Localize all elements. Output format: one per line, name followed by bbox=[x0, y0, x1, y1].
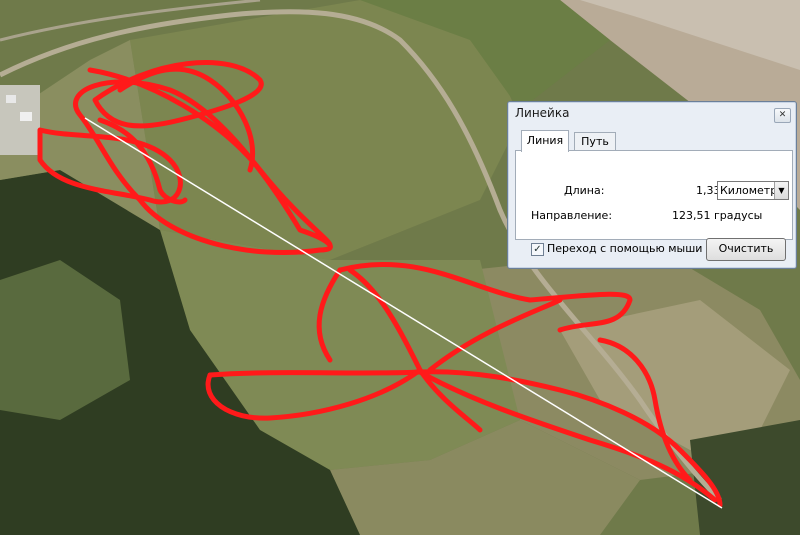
close-icon[interactable]: ✕ bbox=[774, 108, 791, 123]
dialog-title: Линейка bbox=[515, 106, 570, 120]
chevron-down-icon[interactable]: ▼ bbox=[774, 182, 788, 199]
direction-value: 123,51 градусы bbox=[672, 209, 763, 222]
tab-line[interactable]: Линия bbox=[521, 130, 569, 152]
direction-label: Направление: bbox=[531, 209, 613, 222]
clear-button[interactable]: Очистить bbox=[706, 238, 786, 261]
mouse-nav-checkbox[interactable]: ✓ bbox=[531, 243, 544, 256]
length-label: Длина: bbox=[564, 184, 605, 197]
tab-path[interactable]: Путь bbox=[574, 132, 616, 151]
unit-select[interactable]: Километр ▼ bbox=[717, 181, 789, 200]
ruler-dialog[interactable]: Линейка ✕ Линия Путь Длина: 1,33 Километ… bbox=[507, 101, 797, 269]
building bbox=[6, 95, 16, 103]
building bbox=[20, 112, 32, 121]
unit-selected: Километр bbox=[720, 184, 778, 197]
tab-panel: Длина: 1,33 Километр ▼ Направление: 123,… bbox=[515, 150, 793, 240]
mouse-nav-label: Переход с помощью мыши bbox=[547, 242, 703, 255]
